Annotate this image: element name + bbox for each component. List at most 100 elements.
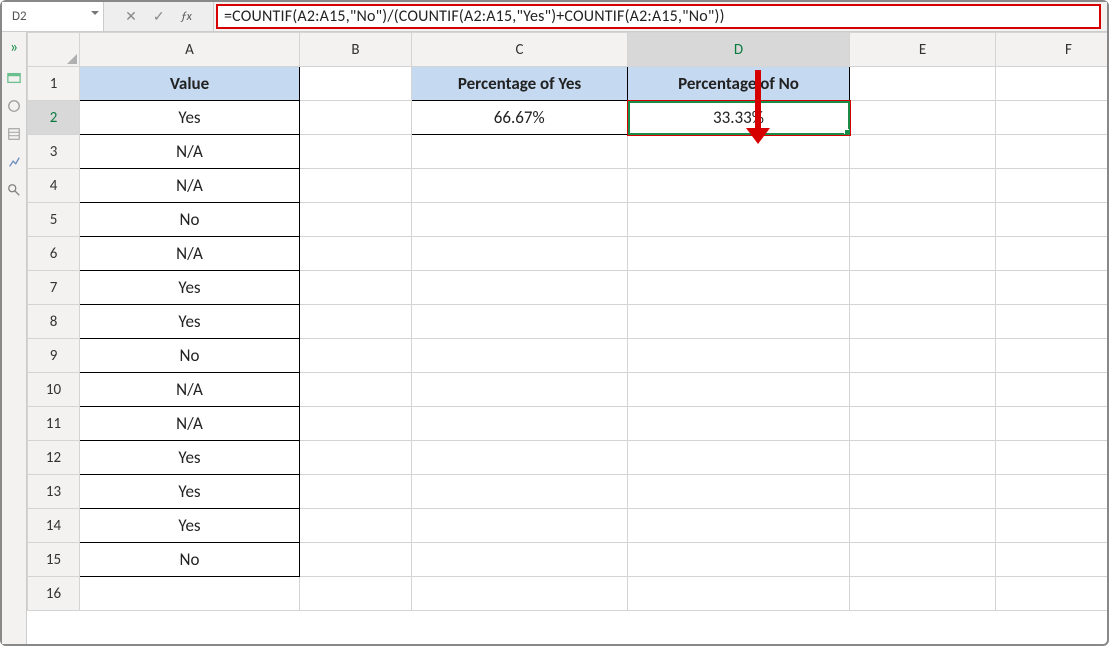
cell[interactable] (996, 305, 1108, 339)
cell[interactable] (996, 101, 1108, 135)
cell[interactable] (996, 339, 1108, 373)
cell[interactable]: Yes (80, 509, 300, 543)
spreadsheet-grid[interactable]: A B C D E F 1ValuePercentage of YesPerce… (27, 32, 1107, 644)
cell[interactable]: Yes (80, 441, 300, 475)
cell[interactable] (850, 577, 996, 611)
cell-D2-selected[interactable]: 33.33% (628, 101, 850, 135)
row-header[interactable]: 2 (28, 101, 80, 135)
cell[interactable] (300, 509, 412, 543)
cell[interactable] (996, 407, 1108, 441)
row-header[interactable]: 3 (28, 135, 80, 169)
row-header[interactable]: 1 (28, 67, 80, 101)
cell[interactable] (850, 203, 996, 237)
cell[interactable] (996, 135, 1108, 169)
cell[interactable] (412, 203, 628, 237)
cell-C2[interactable]: 66.67% (412, 101, 628, 135)
row-header[interactable]: 5 (28, 203, 80, 237)
row-header[interactable]: 4 (28, 169, 80, 203)
cell[interactable] (412, 441, 628, 475)
cell[interactable] (300, 271, 412, 305)
col-header-A[interactable]: A (80, 33, 300, 67)
cell[interactable] (850, 339, 996, 373)
row-header[interactable]: 7 (28, 271, 80, 305)
cell[interactable] (300, 407, 412, 441)
cell[interactable]: N/A (80, 169, 300, 203)
cell[interactable]: Yes (80, 475, 300, 509)
row-header[interactable]: 13 (28, 475, 80, 509)
cell[interactable] (412, 271, 628, 305)
cell-A1-header[interactable]: Value (80, 67, 300, 101)
sidebar-icon-5[interactable] (7, 183, 21, 197)
cell[interactable] (412, 577, 628, 611)
cell[interactable] (300, 441, 412, 475)
cell[interactable] (996, 169, 1108, 203)
cell-D1-header[interactable]: Percentage of No (628, 67, 850, 101)
row-header[interactable]: 12 (28, 441, 80, 475)
cell[interactable]: N/A (80, 407, 300, 441)
cell[interactable] (850, 101, 996, 135)
cell[interactable] (412, 543, 628, 577)
cell[interactable] (628, 475, 850, 509)
cell[interactable] (412, 475, 628, 509)
col-header-B[interactable]: B (300, 33, 412, 67)
cell[interactable]: N/A (80, 373, 300, 407)
cell[interactable] (850, 169, 996, 203)
name-box[interactable]: D2 (2, 2, 104, 31)
cell[interactable] (300, 339, 412, 373)
cell[interactable] (300, 169, 412, 203)
sidebar-icon-4[interactable] (7, 155, 21, 169)
cell[interactable] (628, 509, 850, 543)
cell[interactable] (300, 305, 412, 339)
cell[interactable] (628, 169, 850, 203)
row-header[interactable]: 6 (28, 237, 80, 271)
enter-icon[interactable]: ✓ (153, 8, 165, 25)
cell[interactable] (628, 373, 850, 407)
cell[interactable] (412, 373, 628, 407)
cell[interactable] (850, 407, 996, 441)
cell[interactable] (996, 509, 1108, 543)
cell[interactable] (996, 543, 1108, 577)
cell[interactable] (628, 577, 850, 611)
cell[interactable] (300, 237, 412, 271)
cell[interactable] (300, 67, 412, 101)
cell[interactable] (412, 509, 628, 543)
cell[interactable] (628, 237, 850, 271)
col-header-C[interactable]: C (412, 33, 628, 67)
cell[interactable] (412, 407, 628, 441)
cell[interactable] (996, 237, 1108, 271)
cell[interactable] (300, 577, 412, 611)
cell[interactable] (412, 135, 628, 169)
formula-input[interactable]: =COUNTIF(A2:A15,"No")/(COUNTIF(A2:A15,"Y… (216, 4, 1101, 29)
cell[interactable] (628, 135, 850, 169)
cancel-icon[interactable]: ✕ (125, 8, 137, 25)
expand-ribbon-icon[interactable]: » (10, 38, 18, 57)
row-header[interactable]: 14 (28, 509, 80, 543)
cell[interactable] (628, 203, 850, 237)
cell[interactable] (628, 407, 850, 441)
cell[interactable] (996, 203, 1108, 237)
col-header-F[interactable]: F (996, 33, 1108, 67)
cell[interactable] (628, 271, 850, 305)
cell[interactable] (300, 203, 412, 237)
cell[interactable] (996, 577, 1108, 611)
select-all-corner[interactable] (28, 33, 80, 67)
cell[interactable] (412, 237, 628, 271)
cell[interactable] (850, 271, 996, 305)
cell[interactable] (412, 169, 628, 203)
cell[interactable] (850, 441, 996, 475)
row-header[interactable]: 8 (28, 305, 80, 339)
cell[interactable] (996, 441, 1108, 475)
cell[interactable] (996, 475, 1108, 509)
cell[interactable] (80, 577, 300, 611)
cell[interactable]: Yes (80, 101, 300, 135)
cell[interactable] (850, 475, 996, 509)
cell[interactable]: Yes (80, 271, 300, 305)
cell[interactable] (300, 475, 412, 509)
cell[interactable] (300, 543, 412, 577)
name-box-dropdown-icon[interactable] (91, 11, 99, 15)
cell[interactable] (300, 135, 412, 169)
sidebar-icon-1[interactable] (7, 71, 21, 85)
cell[interactable] (412, 305, 628, 339)
cell[interactable] (996, 373, 1108, 407)
cell[interactable] (300, 101, 412, 135)
